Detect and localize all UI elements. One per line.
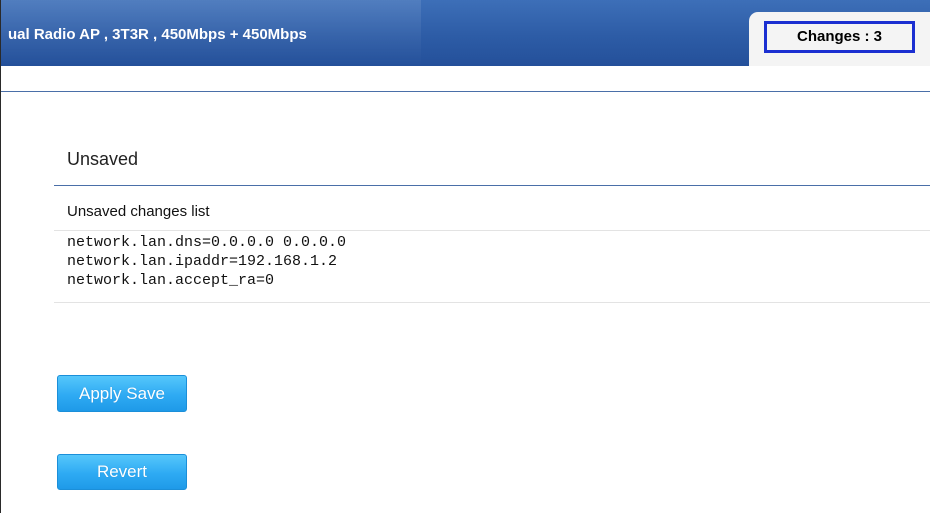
section-title: Unsaved bbox=[67, 149, 139, 169]
apply-save-button[interactable]: Apply Save bbox=[57, 375, 187, 412]
change-item: network.lan.ipaddr=192.168.1.2 bbox=[67, 253, 338, 270]
changes-list-header-divider bbox=[54, 230, 930, 231]
changes-list-bottom-divider bbox=[54, 302, 930, 303]
header-divider bbox=[1, 91, 930, 92]
changes-list-label: Unsaved changes list bbox=[67, 203, 210, 220]
change-item: network.lan.dns=0.0.0.0 0.0.0.0 bbox=[67, 234, 347, 251]
page-left-border bbox=[0, 0, 1, 513]
unsaved-changes-list: network.lan.dns=0.0.0.0 0.0.0.0 network.… bbox=[67, 233, 346, 290]
product-title: ual Radio AP , 3T3R , 450Mbps + 450Mbps bbox=[8, 26, 307, 43]
changes-counter-button[interactable]: Changes : 3 bbox=[764, 21, 915, 53]
section-divider bbox=[54, 185, 930, 186]
change-item: network.lan.accept_ra=0 bbox=[67, 272, 275, 289]
revert-button[interactable]: Revert bbox=[57, 454, 187, 490]
